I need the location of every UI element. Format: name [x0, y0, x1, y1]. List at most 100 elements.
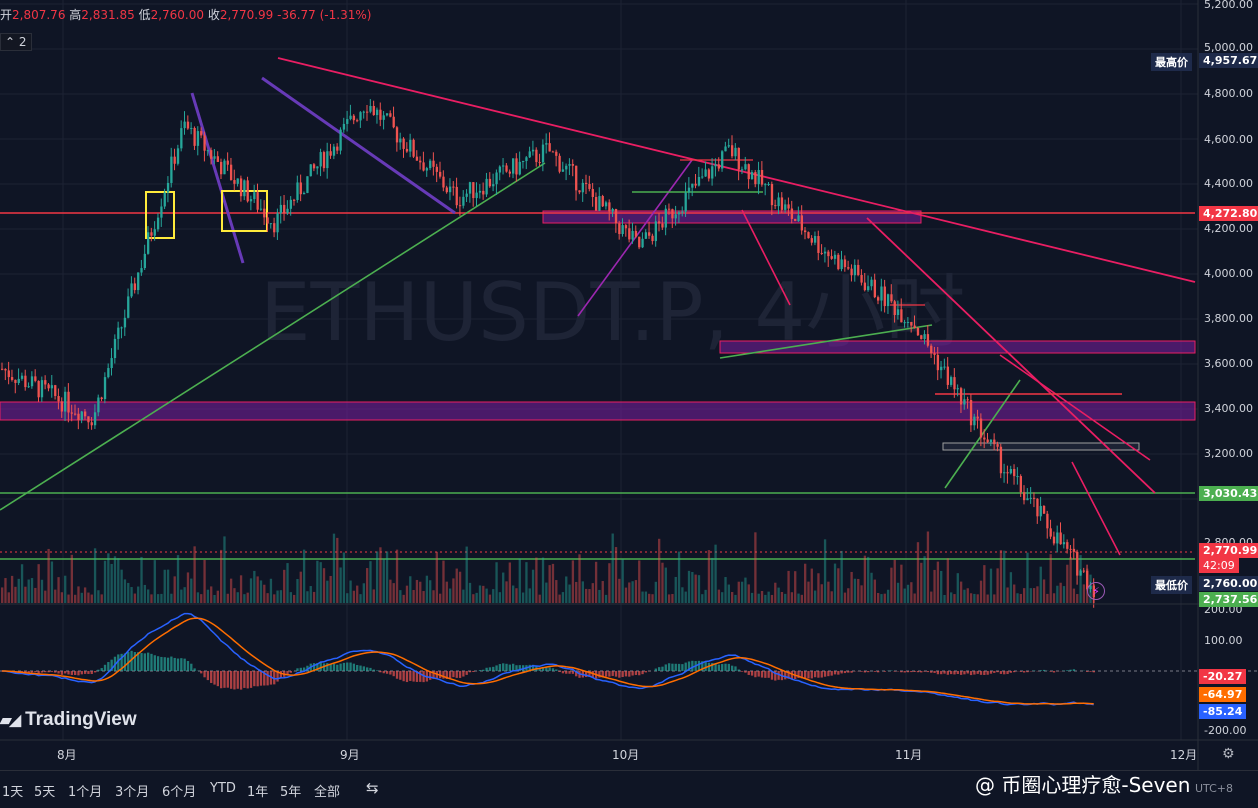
volume-bar — [831, 591, 833, 603]
macd-bar — [960, 671, 962, 675]
price-tick: 5,200.00 — [1198, 0, 1258, 11]
candle-body — [456, 187, 458, 205]
macd-bar — [409, 671, 411, 681]
candle-body — [509, 172, 511, 174]
volume-bar — [758, 594, 760, 603]
macd-bar — [230, 671, 232, 689]
volume-bar — [223, 536, 225, 603]
macd-bar — [874, 671, 876, 672]
date-range-icon[interactable]: ⇆ — [366, 779, 379, 797]
macd-bar — [104, 665, 106, 671]
volume-bar — [193, 546, 195, 603]
macd-bar — [31, 671, 33, 673]
macd-bar — [996, 671, 998, 672]
timeframe-3m[interactable]: 3个月 — [115, 781, 149, 800]
time-tick: 11月 — [895, 746, 922, 763]
candle-body — [144, 254, 146, 268]
timeframe-all[interactable]: 全部 — [314, 781, 340, 800]
volume-bar — [247, 593, 249, 603]
candle-body — [429, 161, 431, 168]
macd-bar — [359, 666, 361, 671]
volume-bar — [940, 571, 942, 603]
macd-bar — [223, 671, 225, 688]
indicator-toggle[interactable]: ⌃ 2 — [0, 33, 32, 51]
volume-bar — [253, 571, 255, 603]
candle-body — [748, 164, 750, 179]
volume-bar — [8, 592, 10, 603]
candle-body — [1010, 469, 1012, 473]
candle-body — [313, 164, 315, 168]
timeframe-ytd[interactable]: YTD — [210, 781, 236, 796]
volume-bar — [406, 586, 408, 603]
candle-body — [290, 200, 292, 209]
macd-bar — [57, 671, 59, 673]
macd-bar — [850, 671, 852, 673]
timeframe-5d[interactable]: 5天 — [34, 781, 55, 800]
candle-body — [781, 197, 783, 209]
candle-body — [568, 164, 570, 166]
volume-bar — [479, 585, 481, 603]
candle-body — [436, 167, 438, 172]
timeframe-6m[interactable]: 6个月 — [162, 781, 196, 800]
volume-bar — [605, 595, 607, 603]
candle-body — [359, 112, 361, 120]
macd-bar — [47, 671, 49, 672]
candle-body — [210, 150, 212, 159]
volume-bar — [512, 586, 514, 603]
volume-bar — [718, 590, 720, 603]
candle-body — [432, 161, 434, 167]
volume-bar — [336, 538, 338, 603]
volume-bar — [1010, 572, 1012, 603]
volume-bar — [549, 565, 551, 603]
candle-body — [1030, 498, 1032, 499]
candle-body — [459, 205, 461, 206]
candle-body — [257, 192, 259, 210]
macd-bar — [1050, 671, 1052, 672]
candle-body — [681, 212, 683, 213]
gear-icon[interactable]: ⚙ — [1222, 746, 1235, 762]
macd-bar — [356, 665, 358, 671]
macd-bar — [724, 664, 726, 671]
candle-body — [339, 130, 341, 151]
timeframe-1y[interactable]: 1年 — [247, 781, 268, 800]
candle-body — [671, 209, 673, 218]
volume-bar — [884, 594, 886, 603]
volume-bar — [77, 586, 79, 603]
macd-bar — [748, 671, 750, 675]
timeframe-1d[interactable]: 1天 — [2, 781, 23, 800]
volume-bar — [1030, 588, 1032, 603]
macd-hist-badge: -20.27 — [1199, 669, 1246, 684]
macd-bar — [612, 671, 614, 676]
low-value: 2,760.00 — [151, 8, 204, 22]
macd-bar — [661, 667, 663, 671]
candle-body — [91, 422, 93, 425]
timezone-label[interactable]: UTC+8 — [1195, 782, 1233, 795]
price-tick: 4,600.00 — [1198, 133, 1258, 146]
volume-bar — [64, 576, 66, 603]
volume-bar — [353, 591, 355, 603]
macd-bar — [412, 671, 414, 682]
candle-body — [389, 113, 391, 116]
macd-bar — [250, 671, 252, 688]
candle-body — [366, 112, 368, 113]
timeframe-5y[interactable]: 5年 — [280, 781, 301, 800]
macd-bar — [87, 671, 89, 674]
volume-bar — [1000, 550, 1002, 603]
candle-body — [841, 259, 843, 269]
lightning-icon[interactable]: ⚡ — [1087, 582, 1105, 600]
candle-body — [877, 297, 879, 300]
macd-bar — [147, 653, 149, 671]
macd-bar — [671, 664, 673, 671]
macd-bar — [373, 670, 375, 671]
macd-bar — [290, 671, 292, 673]
volume-bar — [61, 592, 63, 603]
price-chart[interactable]: ETHUSDT.P, 4小时 — [0, 0, 1258, 770]
macd-bar — [502, 663, 504, 671]
volume-bar — [167, 570, 169, 603]
volume-bar — [485, 589, 487, 603]
volume-bar — [874, 580, 876, 603]
volume-bar — [890, 568, 892, 603]
timeframe-1m[interactable]: 1个月 — [68, 781, 102, 800]
candle-body — [1040, 506, 1042, 516]
low-label: 低 — [139, 8, 151, 22]
